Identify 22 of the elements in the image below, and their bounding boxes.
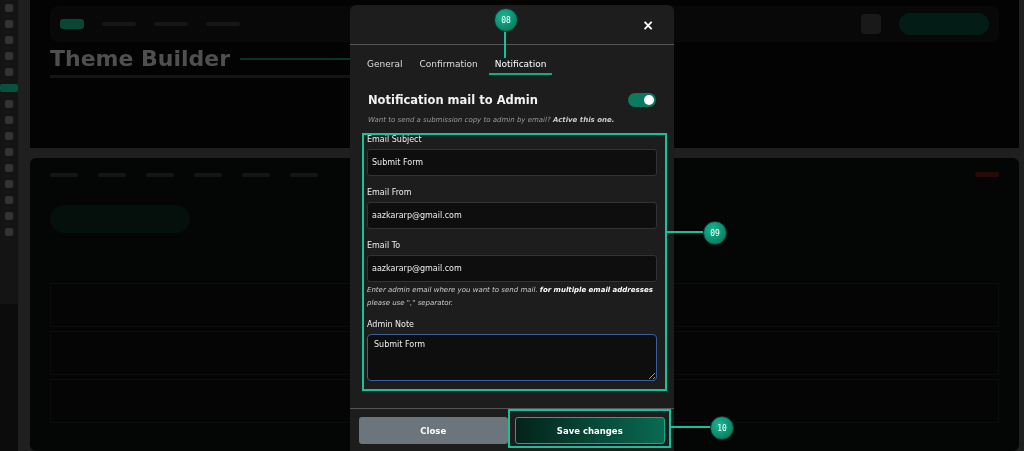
input-field[interactable]: aazkararp@gmail.com — [367, 202, 657, 229]
callout-line — [667, 231, 703, 233]
tab[interactable]: Confirmation — [419, 57, 478, 75]
field-label: Admin Note — [367, 320, 415, 329]
trash-mark — [975, 172, 999, 177]
logo-mark — [60, 19, 84, 29]
section-title: Notification mail to Admin — [368, 93, 538, 107]
page-title: Theme Builder — [50, 46, 231, 71]
menu-icon[interactable] — [0, 84, 18, 92]
callout-line — [671, 426, 711, 428]
field-label: Email Subject — [367, 135, 423, 144]
field-label: Email From — [367, 188, 413, 197]
text-area[interactable]: Submit Form — [367, 334, 657, 381]
input-field[interactable]: aazkararp@gmail.com — [367, 255, 657, 282]
close-button[interactable]: × — [642, 16, 654, 33]
field-label: Email To — [367, 241, 402, 250]
save-button[interactable]: Save changes — [514, 417, 665, 444]
close-button[interactable]: Close — [359, 417, 508, 444]
tab[interactable]: General — [367, 57, 403, 75]
toggle-switch[interactable] — [628, 93, 656, 107]
tab[interactable]: Notification — [488, 57, 553, 75]
input-field[interactable]: Submit Form — [367, 149, 657, 176]
